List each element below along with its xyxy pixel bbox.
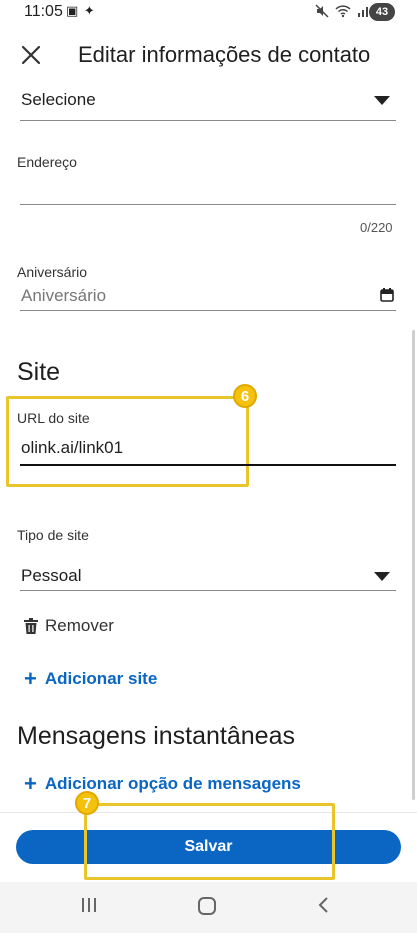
site-type-select[interactable]: Pessoal: [21, 566, 81, 586]
add-site-label: Adicionar site: [44, 669, 158, 688]
address-underline: [20, 204, 396, 205]
recent-apps-icon: [82, 898, 96, 912]
select-underline: [20, 120, 396, 121]
site-section-title: Site: [17, 358, 61, 386]
highlight-box-save: [84, 803, 335, 880]
step-badge-6: 6: [233, 384, 257, 408]
select-dropdown-value[interactable]: Selecione: [21, 90, 96, 110]
url-input[interactable]: olink.ai/link01: [21, 438, 123, 458]
page-title: Editar informações de contato: [78, 42, 371, 67]
battery-indicator: 43: [369, 3, 395, 21]
recent-apps-button[interactable]: [80, 896, 98, 920]
close-icon: [21, 45, 41, 65]
add-site-button[interactable]: + Adicionar site: [24, 668, 157, 690]
back-icon: [318, 897, 328, 913]
step-badge-7: 7: [75, 791, 99, 815]
add-messaging-option-button[interactable]: + Adicionar opção de mensagens: [24, 773, 301, 795]
plus-icon: +: [24, 771, 37, 796]
home-icon: [198, 897, 216, 915]
address-char-counter: 0/220: [360, 220, 393, 235]
calendar-icon[interactable]: [380, 288, 394, 307]
chevron-down-icon[interactable]: [374, 96, 390, 105]
scrollbar[interactable]: [412, 330, 415, 800]
wifi-icon: [335, 5, 351, 18]
status-notification-icons: ▣ ✦: [66, 3, 96, 18]
close-button[interactable]: [18, 42, 44, 68]
remove-site-label: Remover: [45, 616, 114, 635]
address-label: Endereço: [17, 154, 77, 170]
remove-site-button[interactable]: Remover: [24, 616, 114, 636]
birthday-input[interactable]: Aniversário: [21, 286, 106, 306]
back-button[interactable]: [316, 896, 330, 920]
url-underline: [20, 464, 396, 466]
mute-icon: [315, 4, 329, 18]
home-button[interactable]: [197, 897, 217, 921]
birthday-label: Aniversário: [17, 264, 88, 280]
plus-icon: +: [24, 666, 37, 691]
url-label: URL do site: [17, 410, 90, 426]
site-type-label: Tipo de site: [17, 527, 89, 543]
trash-icon: [24, 618, 38, 634]
birthday-underline: [20, 310, 396, 311]
site-type-underline: [20, 590, 396, 591]
status-system-icons: [315, 4, 371, 18]
address-input[interactable]: [21, 178, 397, 202]
status-time: 11:05: [24, 3, 63, 20]
chevron-down-icon[interactable]: [374, 572, 390, 581]
messaging-section-title: Mensagens instantâneas: [17, 722, 295, 750]
